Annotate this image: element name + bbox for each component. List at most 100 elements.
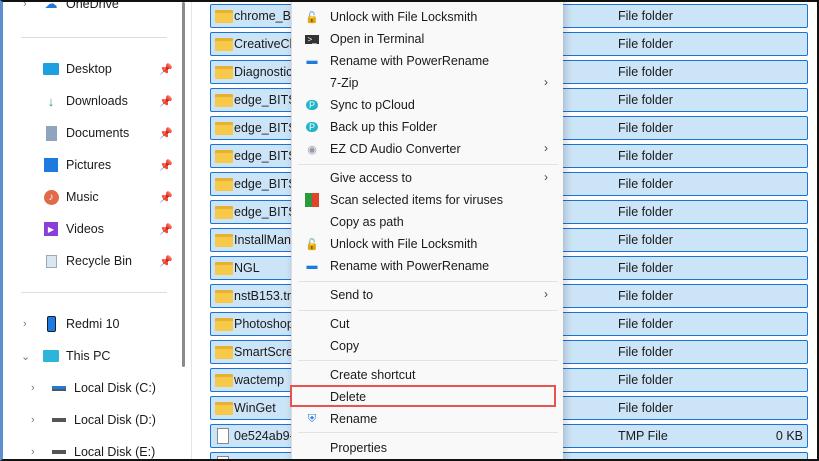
cd-icon: ◉: [307, 143, 317, 156]
sidebar-item-local-disk-e[interactable]: › Local Disk (E:): [3, 440, 173, 459]
file-type: File folder: [618, 233, 673, 247]
chevron-down-icon[interactable]: ⌄: [21, 350, 30, 363]
sidebar-item-music[interactable]: ♪ Music 📌: [3, 185, 173, 209]
menu-item-rename-with-powerrename[interactable]: ▬ Rename with PowerRename: [292, 50, 564, 72]
sidebar-item-recycle-bin[interactable]: Recycle Bin 📌: [3, 249, 173, 273]
menu-item-label: Copy: [330, 339, 360, 353]
sidebar-item-documents[interactable]: Documents 📌: [3, 121, 173, 145]
terminal-icon: >_: [305, 34, 319, 44]
file-name: NGL: [234, 261, 260, 275]
menu-item-back-up-this-folder[interactable]: P Back up this Folder: [292, 116, 564, 138]
file-type: File folder: [618, 149, 673, 163]
menu-item-delete[interactable]: Delete: [292, 386, 564, 408]
phone-icon: [43, 316, 59, 332]
folder-icon: [215, 94, 233, 107]
drive-icon: [51, 380, 67, 396]
menu-item-label: Copy as path: [330, 215, 404, 229]
menu-item-label: EZ CD Audio Converter: [330, 142, 461, 156]
chevron-right-icon[interactable]: ›: [23, 318, 27, 330]
pin-icon[interactable]: 📌: [159, 191, 173, 204]
menu-item-properties[interactable]: Properties: [292, 437, 564, 459]
pin-icon[interactable]: 📌: [159, 95, 173, 108]
lock-icon: 🔓: [305, 238, 319, 251]
menu-separator: [298, 360, 558, 361]
file-type: File folder: [618, 345, 673, 359]
desktop-icon: [43, 61, 59, 77]
folder-icon: [215, 122, 233, 135]
sidebar-item-label: Pictures: [66, 158, 112, 172]
chevron-right-icon[interactable]: ›: [31, 414, 35, 426]
chevron-right-icon: ›: [544, 170, 548, 184]
sidebar-item-onedrive[interactable]: › ☁ OneDrive: [3, 0, 173, 16]
file-type: File folder: [618, 65, 673, 79]
menu-item-7-zip[interactable]: 7-Zip ›: [292, 72, 564, 94]
folder-icon: [215, 206, 233, 219]
menu-item-copy[interactable]: Copy: [292, 335, 564, 357]
menu-item-unlock-with-file-locksmith[interactable]: 🔓 Unlock with File Locksmith: [292, 233, 564, 255]
menu-item-give-access-to[interactable]: Give access to ›: [292, 167, 564, 189]
sidebar-item-local-disk-c[interactable]: › Local Disk (C:): [3, 376, 173, 400]
menu-item-send-to[interactable]: Send to ›: [292, 284, 564, 306]
file-name: wactemp: [234, 373, 285, 387]
download-icon: ↓: [47, 93, 55, 109]
file-type: File folder: [618, 261, 673, 275]
sidebar-item-this-pc[interactable]: ⌄ This PC: [3, 344, 173, 368]
menu-item-label: Give access to: [330, 171, 412, 185]
menu-item-create-shortcut[interactable]: Create shortcut: [292, 364, 564, 386]
menu-item-rename[interactable]: ⛨ Rename: [292, 408, 564, 430]
menu-item-label: Back up this Folder: [330, 120, 437, 134]
menu-item-rename-with-powerrename[interactable]: ▬ Rename with PowerRename: [292, 255, 564, 277]
menu-item-ez-cd-audio-converter[interactable]: ◉ EZ CD Audio Converter ›: [292, 138, 564, 160]
file-type: File folder: [618, 93, 673, 107]
sidebar-item-label: Videos: [66, 222, 104, 236]
pin-icon[interactable]: 📌: [159, 63, 173, 76]
sidebar-item-local-disk-d[interactable]: › Local Disk (D:): [3, 408, 173, 432]
sidebar-item-label: Desktop: [66, 62, 112, 76]
file-type: File folder: [618, 373, 673, 387]
folder-icon: [215, 66, 233, 79]
divider: [21, 37, 167, 38]
sidebar-item-label: OneDrive: [66, 0, 119, 11]
recycle-bin-icon: [43, 253, 59, 269]
sidebar-item-videos[interactable]: ▶ Videos 📌: [3, 217, 173, 241]
chevron-right-icon: ›: [544, 141, 548, 155]
context-menu: 🔓 Unlock with File Locksmith >_ Open in Ter…: [291, 2, 564, 459]
menu-item-unlock-with-file-locksmith[interactable]: 🔓 Unlock with File Locksmith: [292, 6, 564, 28]
menu-item-sync-to-pcloud[interactable]: P Sync to pCloud: [292, 94, 564, 116]
pin-icon[interactable]: 📌: [159, 127, 173, 140]
sidebar-scrollbar[interactable]: [182, 2, 185, 367]
menu-separator: [298, 164, 558, 165]
menu-separator: [298, 432, 558, 433]
sidebar-item-desktop[interactable]: Desktop 📌: [3, 57, 173, 81]
shield-icon: ⛨: [307, 412, 317, 425]
file-name: nstB153.tm: [234, 289, 298, 303]
file-type: File folder: [618, 177, 673, 191]
sidebar-item-redmi-10[interactable]: › Redmi 10: [3, 312, 173, 336]
pin-icon[interactable]: 📌: [159, 159, 173, 172]
sidebar-item-label: Redmi 10: [66, 317, 120, 331]
menu-item-copy-as-path[interactable]: Copy as path: [292, 211, 564, 233]
chevron-right-icon[interactable]: ›: [23, 2, 27, 10]
menu-item-scan-selected-items-for-viruses[interactable]: Scan selected items for viruses: [292, 189, 564, 211]
file-name: InstallMana: [234, 233, 298, 247]
sidebar-item-label: Music: [66, 190, 99, 204]
chevron-right-icon[interactable]: ›: [31, 382, 35, 394]
divider: [21, 292, 167, 293]
powerrename-icon: ▬: [306, 260, 318, 272]
folder-icon: [215, 234, 233, 247]
pin-icon[interactable]: 📌: [159, 255, 173, 268]
sidebar-item-label: Documents: [66, 126, 130, 140]
sidebar-item-label: Recycle Bin: [66, 254, 132, 268]
pin-icon[interactable]: 📌: [159, 223, 173, 236]
sidebar-item-pictures[interactable]: Pictures 📌: [3, 153, 173, 177]
sidebar-item-downloads[interactable]: ↓ Downloads 📌: [3, 89, 173, 113]
lock-icon: 🔓: [305, 11, 319, 24]
pane-divider[interactable]: [191, 2, 192, 459]
folder-icon: [215, 150, 233, 163]
menu-item-cut[interactable]: Cut: [292, 313, 564, 335]
file-name: Diagnostics: [234, 65, 299, 79]
file-type: File folder: [618, 401, 673, 415]
file-type: File folder: [618, 9, 673, 23]
chevron-right-icon[interactable]: ›: [31, 446, 35, 458]
menu-item-open-in-terminal[interactable]: >_ Open in Terminal: [292, 28, 564, 50]
